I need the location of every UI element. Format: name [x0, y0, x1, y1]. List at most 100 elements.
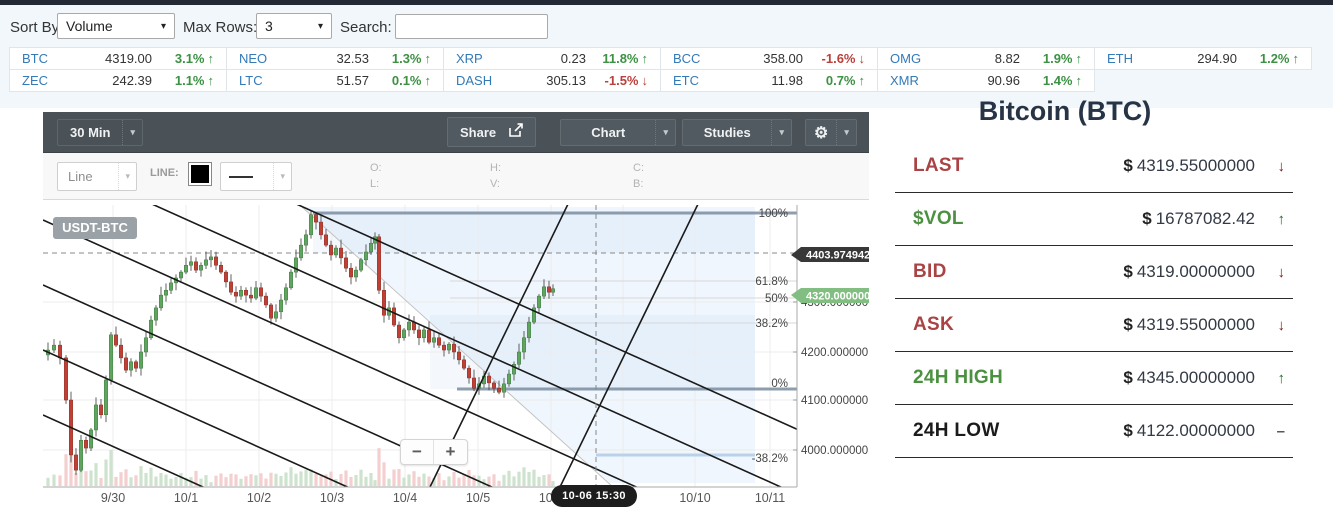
x-axis-label: 10/2 [247, 491, 271, 505]
ticker-change: 1.4% ↑ [1042, 73, 1082, 88]
ticker-symbol: XMR [890, 73, 919, 88]
interval-button[interactable]: 30 Min ▾ [57, 119, 143, 146]
ticker-change: 0.7% ↑ [825, 73, 866, 88]
ohlc-open-low: O: L: [370, 162, 382, 190]
sort-by-select[interactable]: Volume ▾ [57, 13, 175, 39]
y-axis-label: 4000.000000 [801, 445, 868, 457]
x-axis-label: 10/10 [679, 491, 710, 505]
trend-up-icon: ↑ [858, 73, 866, 88]
x-axis-label: 10/3 [320, 491, 344, 505]
stat-row-bid: BID $4319.00000000 ↓ [895, 246, 1293, 299]
ohlc-close-base: C: B: [633, 162, 644, 190]
trend-flat-icon: – [1276, 422, 1285, 440]
coin-detail-panel: Bitcoin (BTC) LAST $4319.55000000 ↓ $VOL $16… [895, 96, 1293, 458]
ticker-symbol: BCC [673, 51, 701, 66]
ticker-row-2: ZEC 242.39 1.1% ↑ LTC 51.57 0.1% ↑ DASH 305.13 -1.… [9, 69, 1318, 92]
share-button[interactable]: Share [447, 117, 537, 147]
trend-up-icon: ↑ [424, 51, 432, 66]
draw-type-value: Line [68, 169, 93, 184]
ticker-cell-xrp[interactable]: XRP 0.23 11.8% ↑ [443, 47, 661, 70]
stat-value: $4319.55000000 [1123, 315, 1255, 334]
chevron-down-icon: ▾ [317, 20, 323, 32]
ticker-symbol: LTC [239, 73, 263, 88]
stat-value: $16787082.42 [1142, 209, 1255, 228]
x-axis-label: 10/5 [466, 491, 490, 505]
ticker-cell-xmr[interactable]: XMR 90.96 1.4% ↑ [877, 69, 1095, 92]
search-input[interactable] [395, 14, 548, 39]
studies-label: Studies [703, 125, 751, 140]
ticker-cell-ltc[interactable]: LTC 51.57 0.1% ↑ [226, 69, 444, 92]
max-rows-select[interactable]: 3 ▾ [256, 13, 332, 39]
ticker-cell-eth[interactable]: ETH 294.90 1.2% ↑ [1094, 47, 1312, 70]
ticker-price: 4319.00 [105, 51, 152, 66]
ticker-price: 294.90 [1197, 51, 1237, 66]
zoom-in-button[interactable]: + [434, 440, 467, 464]
stat-row--vol: $VOL $16787082.42 ↑ [895, 193, 1293, 246]
ticker-change: 3.1% ↑ [174, 51, 214, 66]
chart-widget: 30 Min ▾ Share Chart ▾ Studies ▾ ⚙ ▾ Lin… [43, 112, 870, 508]
ticker-cell-btc[interactable]: BTC 4319.00 3.1% ↑ [9, 47, 227, 70]
trend-up-icon: ↑ [1277, 369, 1286, 387]
ticker-cell-zec[interactable]: ZEC 242.39 1.1% ↑ [9, 69, 227, 92]
ticker-cell-etc[interactable]: ETC 11.98 0.7% ↑ [660, 69, 878, 92]
top-band: Sort By: Volume ▾ Max Rows: 3 ▾ Search: … [0, 5, 1333, 108]
chart-type-button[interactable]: Chart ▾ [560, 119, 676, 146]
ticker-cell-neo[interactable]: NEO 32.53 1.3% ↑ [226, 47, 444, 70]
stat-label: LAST [913, 155, 964, 176]
trend-up-icon: ↑ [1075, 51, 1083, 66]
line-style-select[interactable]: ▾ [220, 162, 292, 191]
max-rows-label: Max Rows: [183, 19, 258, 36]
x-axis-label: 10/4 [393, 491, 417, 505]
ticker-table: BTC 4319.00 3.1% ↑ NEO 32.53 1.3% ↑ XRP 0.23 11.8%… [9, 47, 1318, 92]
controls-row: Sort By: Volume ▾ Max Rows: 3 ▾ Search: [0, 13, 1333, 43]
ticker-price: 305.13 [546, 73, 586, 88]
ticker-symbol: NEO [239, 51, 268, 66]
stat-label: $VOL [913, 208, 964, 229]
ticker-price: 0.23 [560, 51, 586, 66]
stat-value: $4319.00000000 [1123, 262, 1255, 281]
sort-by-label: Sort By: [10, 19, 64, 36]
stat-row-24h-high: 24H HIGH $4345.00000000 ↑ [895, 352, 1293, 405]
chevron-down-icon: ▾ [122, 120, 142, 145]
trading-dashboard: Sort By: Volume ▾ Max Rows: 3 ▾ Search: … [0, 0, 1333, 514]
symbol-tag-label: USDT-BTC [62, 220, 128, 235]
line-style-icon [229, 175, 253, 178]
stat-label: 24H HIGH [913, 367, 1004, 388]
stat-row-ask: ASK $4319.55000000 ↓ [895, 299, 1293, 352]
stat-value: $4319.55000000 [1123, 156, 1255, 175]
chart-type-label: Chart [591, 125, 626, 140]
chart-subtoolbar: Line ▾ LINE: ▾ O: L: H: V: C: B: [43, 153, 869, 200]
sort-by-value: Volume [66, 18, 113, 34]
ticker-price: 358.00 [763, 51, 803, 66]
ticker-symbol: OMG [890, 51, 922, 66]
stat-row-24h-low: 24H LOW $4122.00000000 – [895, 405, 1293, 458]
trend-up-icon: ↑ [424, 73, 432, 88]
zoom-out-button[interactable]: − [401, 440, 434, 464]
chevron-down-icon: ▾ [836, 120, 856, 145]
ticker-change: 11.8% ↑ [602, 51, 648, 66]
stat-label: ASK [913, 314, 955, 335]
page-title: Bitcoin (BTC) [978, 96, 1152, 126]
ticker-cell-omg[interactable]: OMG 8.82 1.9% ↑ [877, 47, 1095, 70]
ticker-symbol: DASH [456, 73, 493, 88]
fib-level-label: 50% [765, 293, 788, 305]
settings-button[interactable]: ⚙ ▾ [805, 119, 857, 146]
ticker-cell-dash[interactable]: DASH 305.13 -1.5% ↓ [443, 69, 661, 92]
price-marker-label: 4403.974942 [806, 250, 869, 262]
ticker-cell-bcc[interactable]: BCC 358.00 -1.6% ↓ [660, 47, 878, 70]
studies-button[interactable]: Studies ▾ [682, 119, 792, 146]
chevron-down-icon: ▾ [118, 163, 136, 190]
x-axis-label: 10/11 [755, 491, 785, 505]
ticker-symbol: ETC [673, 73, 699, 88]
stat-value: $4122.00000000 [1123, 421, 1255, 440]
x-axis-label: 10/1 [174, 491, 198, 505]
chevron-down-icon: ▾ [160, 20, 166, 32]
draw-type-select[interactable]: Line ▾ [57, 162, 137, 191]
chart-toolbar: 30 Min ▾ Share Chart ▾ Studies ▾ ⚙ ▾ [43, 112, 869, 153]
x-axis-label: 9/30 [101, 491, 125, 505]
chevron-down-icon: ▾ [771, 120, 791, 145]
y-axis-label: 4200.000000 [801, 347, 868, 359]
share-icon [508, 123, 525, 141]
search-label: Search: [340, 19, 392, 36]
line-color-swatch[interactable] [188, 162, 212, 186]
